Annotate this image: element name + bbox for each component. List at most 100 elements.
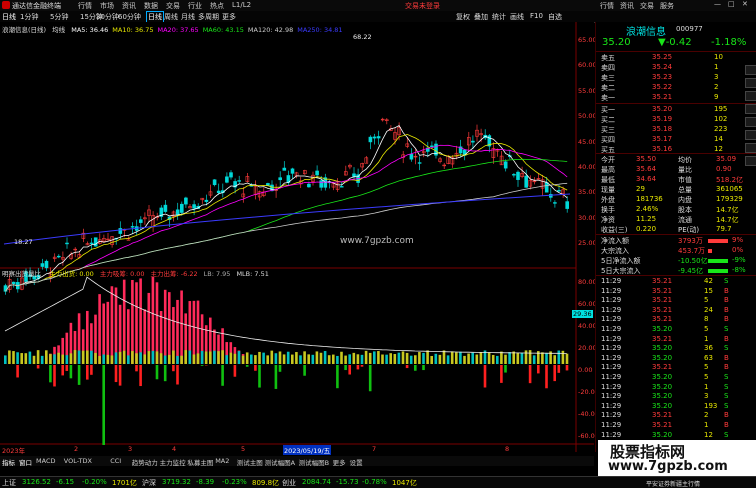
tool-button[interactable]: 统计 (492, 12, 506, 22)
indicator-tab[interactable]: 设置 (350, 457, 363, 467)
indicator-tab[interactable]: 主力监控 (160, 457, 186, 467)
menu-item[interactable]: 行业 (188, 1, 202, 11)
close-icon[interactable]: ✕ (742, 0, 748, 8)
indicator-tab[interactable]: 趋势动力 (132, 457, 158, 467)
tick-time: 11:29 (601, 296, 621, 304)
indicator-tab[interactable]: 测试幅图B (299, 457, 329, 467)
period-button[interactable]: 60分钟 (118, 12, 141, 22)
side-tab-icon[interactable] (745, 91, 756, 101)
sub-bar (500, 352, 503, 364)
period-button[interactable]: 30分钟 (96, 12, 119, 22)
side-tab-icon[interactable] (745, 104, 756, 114)
top-right-menu[interactable]: 交易 (640, 1, 654, 11)
sub-bar (131, 351, 134, 364)
tool-button[interactable]: 复权 (456, 12, 470, 22)
indicator-tab[interactable]: 窗口 (19, 457, 32, 467)
sub-bar (12, 351, 15, 364)
more-button[interactable]: 更多 (222, 12, 236, 22)
tick-price: 35.20 (652, 344, 672, 352)
indicator-tab[interactable]: MA2 (215, 457, 229, 465)
chart-area[interactable]: 浪潮信息(日线) 均线 MA5: 36.46MA10: 36.75MA20: 3… (0, 22, 594, 452)
minimize-icon[interactable]: — (714, 0, 721, 8)
indicator-tab[interactable]: 私募主图 (187, 457, 213, 467)
sub-bar (492, 355, 495, 364)
sub-bar (365, 351, 368, 364)
period-button[interactable]: 1分钟 (20, 12, 38, 22)
date-axis-label: 2 (74, 445, 78, 453)
sub-bar (164, 356, 167, 364)
tick-price: 35.20 (652, 354, 672, 362)
sub-bar (123, 351, 126, 364)
top-right-menu[interactable]: 资讯 (620, 1, 634, 11)
sub-bar (496, 356, 499, 364)
period-option[interactable]: 多周期 (198, 12, 219, 22)
indicator-tab[interactable]: 测试主图 (237, 457, 263, 467)
indicator-tab[interactable]: MACD (36, 457, 55, 465)
indicator-tab[interactable]: CCI (110, 457, 121, 465)
flow-value: 3793万 (678, 236, 703, 246)
tool-button[interactable]: 叠加 (474, 12, 488, 22)
tick-price: 35.21 (652, 411, 672, 419)
sub-neg-bar (545, 365, 548, 388)
menu-item[interactable]: L1/L2 (232, 1, 251, 9)
tool-button[interactable]: 画线 (510, 12, 524, 22)
candle-body (558, 190, 561, 191)
stats-row: 换手2.46%股本14.7亿 (596, 205, 756, 215)
menu-item[interactable]: 资讯 (122, 1, 136, 11)
side-tab-icon[interactable] (745, 65, 756, 75)
stat-label: 换手 (601, 205, 615, 215)
menu-item[interactable]: 热点 (210, 1, 224, 11)
flow-value: 453.7万 (678, 246, 705, 256)
side-tab-icon[interactable] (745, 117, 756, 127)
side-tab-icon[interactable] (745, 156, 756, 166)
indicator-tab[interactable]: 测试幅图A (265, 457, 295, 467)
side-tab-icon[interactable] (745, 143, 756, 153)
stat-value: 361065 (716, 185, 743, 193)
sub-bar (508, 352, 511, 364)
sub-neg-bar (484, 365, 487, 387)
period-option[interactable]: 周线 (164, 12, 178, 22)
period-button[interactable]: 5分钟 (50, 12, 68, 22)
period-button[interactable]: 日线 (2, 12, 16, 22)
candle-body (307, 184, 310, 187)
sub-bar (348, 354, 351, 364)
sub-bar (275, 353, 278, 364)
sub-bar (451, 351, 454, 364)
period-option[interactable]: 月线 (181, 12, 195, 22)
sub-bar (66, 355, 69, 364)
side-tab-icon[interactable] (745, 78, 756, 88)
tick-direction: B (724, 363, 729, 371)
stat-label: 现量 (601, 185, 615, 195)
tick-row: 11:2935.2124B (596, 306, 756, 316)
sub-bar (316, 351, 319, 364)
top-right-menu[interactable]: 行情 (600, 1, 614, 11)
book-price: 35.18 (652, 125, 672, 133)
stat-value: 0.90 (716, 165, 732, 173)
indicator-tab[interactable]: VOL-TDX (64, 457, 92, 465)
tool-button[interactable]: 自选 (548, 12, 562, 22)
trade-status[interactable]: 交易未登录 (405, 1, 440, 11)
kline-chart-svg[interactable] (0, 22, 594, 452)
top-right-menu[interactable]: 服务 (660, 1, 674, 11)
candle-body (517, 172, 520, 179)
side-tab-icon[interactable] (745, 130, 756, 140)
tool-button[interactable]: F10 (530, 12, 543, 20)
menu-item[interactable]: 交易 (166, 1, 180, 11)
menu-item[interactable]: 数据 (144, 1, 158, 11)
tick-time: 11:29 (601, 277, 621, 285)
maximize-icon[interactable]: □ (728, 0, 735, 8)
indicator-tab[interactable]: 指标 (2, 457, 15, 467)
book-volume: 195 (714, 105, 727, 113)
book-label: 卖二 (601, 83, 615, 93)
tick-row: 11:2935.2063B (596, 354, 756, 364)
sub-bar (377, 351, 380, 364)
price-axis-label: 40.00 (578, 163, 597, 171)
book-label: 买二 (601, 115, 615, 125)
sub-bar (398, 353, 401, 364)
menu-item[interactable]: 行情 (78, 1, 92, 11)
stat-label: 量比 (678, 165, 692, 175)
menu-item[interactable]: 市场 (100, 1, 114, 11)
sub-bar (45, 350, 48, 364)
price-axis-label: 50.00 (578, 112, 597, 120)
indicator-tab[interactable]: 更多 (333, 457, 346, 467)
